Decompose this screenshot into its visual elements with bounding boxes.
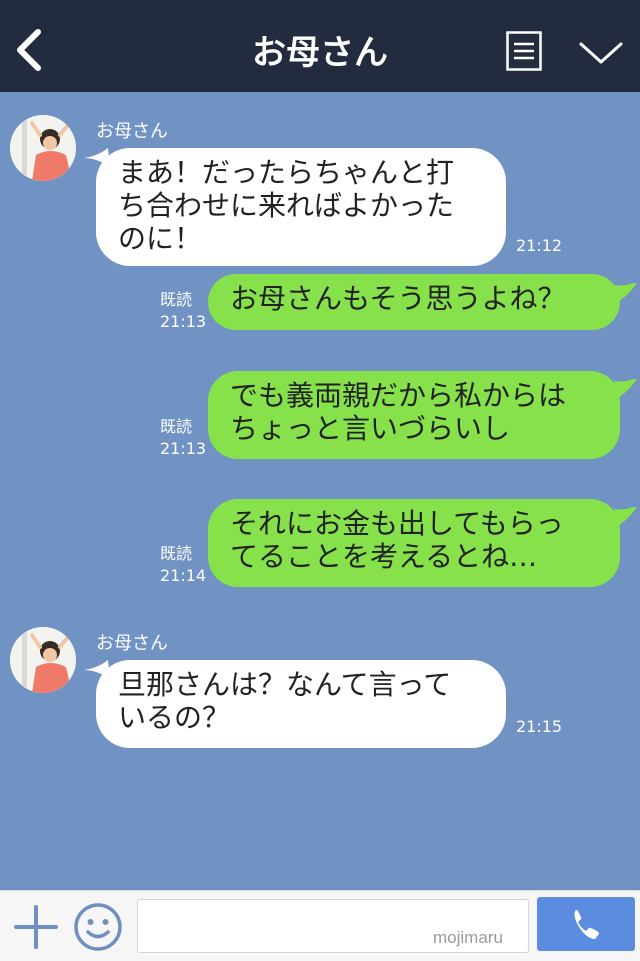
message-bubble[interactable]: お母さんもそう思うよね？ xyxy=(208,274,620,330)
bubble-tail xyxy=(614,283,637,303)
menu-button[interactable] xyxy=(506,31,542,71)
call-button[interactable] xyxy=(537,897,635,951)
back-button[interactable] xyxy=(12,28,52,72)
message-time: 21:15 xyxy=(516,717,563,736)
message-line: ち合わせに来ればよかった xyxy=(118,189,455,222)
message-line: お母さんもそう思うよね？ xyxy=(230,282,566,315)
message-line: 旦那さんは？なんて言って xyxy=(118,668,452,701)
message-line: のに！ xyxy=(118,222,203,255)
read-receipt: 既読 21:13 xyxy=(160,289,206,333)
chat-area[interactable]: お母さん まあ！だったらちゃんと打 ち合わせに来ればよかった のに！ 21:12… xyxy=(0,92,640,890)
chat-title: お母さん xyxy=(252,33,388,73)
plus-icon xyxy=(14,905,58,949)
message-line: でも義両親だから私からは xyxy=(230,379,567,412)
message-time: 21:13 xyxy=(160,312,207,331)
message-line: まあ！だったらちゃんと打 xyxy=(118,156,455,189)
bubble-tail xyxy=(614,507,637,527)
list-icon xyxy=(506,31,542,71)
emoji-button[interactable] xyxy=(72,901,124,953)
message-line: ちょっと言いづらいし xyxy=(230,412,511,445)
message-bubble[interactable]: でも義両親だから私からは ちょっと言いづらいし xyxy=(208,371,620,459)
message-time: 21:13 xyxy=(160,439,207,458)
phone-icon xyxy=(574,910,599,939)
message-bubble[interactable]: それにお金も出してもらっ てることを考えるとね… xyxy=(208,499,620,587)
message-composer: mojimaru xyxy=(0,890,640,961)
bubble-tail xyxy=(614,379,637,399)
read-label: 既読 xyxy=(160,417,193,436)
message-bubble[interactable]: まあ！だったらちゃんと打 ち合わせに来ればよかった のに！ xyxy=(96,148,506,266)
message-bubble[interactable]: 旦那さんは？なんて言って いるの？ xyxy=(96,660,506,748)
chat-header: お母さん xyxy=(0,0,640,92)
read-receipt: 既読 21:13 xyxy=(160,416,206,460)
read-receipt: 既読 21:14 xyxy=(160,543,206,587)
message-input[interactable] xyxy=(137,899,529,953)
read-label: 既読 xyxy=(160,290,193,309)
mother-avatar-icon xyxy=(10,115,76,181)
sender-name: お母さん xyxy=(96,121,168,142)
message-line: それにお金も出してもらっ xyxy=(230,507,564,540)
read-label: 既読 xyxy=(160,544,193,563)
avatar[interactable] xyxy=(10,115,76,181)
collapse-button[interactable] xyxy=(578,38,624,68)
message-line: いるの？ xyxy=(118,701,231,734)
message-line: てることを考えるとね… xyxy=(230,540,538,573)
message-time: 21:14 xyxy=(160,566,207,585)
add-button[interactable] xyxy=(14,905,58,949)
chevron-down-icon xyxy=(579,42,623,64)
message-time: 21:12 xyxy=(516,236,563,255)
smiley-icon xyxy=(74,903,122,951)
chevron-left-icon xyxy=(17,29,41,71)
sender-name: お母さん xyxy=(96,633,168,654)
avatar[interactable] xyxy=(10,627,76,693)
mother-avatar-icon xyxy=(10,627,76,693)
